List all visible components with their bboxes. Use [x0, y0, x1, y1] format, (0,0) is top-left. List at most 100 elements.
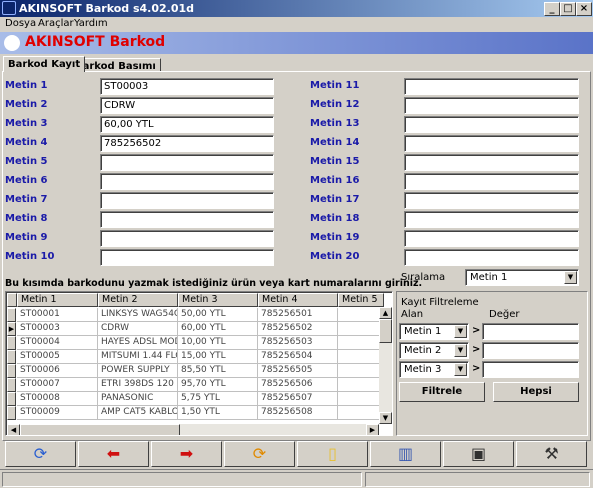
grid-header-1[interactable]: Metin 1 — [17, 293, 98, 307]
table-cell[interactable]: 5,75 YTL — [178, 392, 258, 406]
row-indicator[interactable] — [7, 378, 16, 392]
horizontal-scroll-thumb[interactable] — [20, 424, 180, 435]
metin-right-input-4[interactable] — [404, 135, 579, 152]
scroll-up-icon[interactable]: ▲ — [379, 307, 392, 319]
grid-header-2[interactable]: Metin 2 — [98, 293, 178, 307]
metin-input-2[interactable]: CDRW — [100, 97, 274, 114]
filter-field-select-2[interactable]: Metin 2 ▼ — [399, 342, 469, 359]
table-cell[interactable]: ST00004 — [17, 336, 98, 350]
chevron-down-icon[interactable]: ▼ — [454, 344, 467, 357]
metin-input-10[interactable] — [100, 249, 274, 266]
table-cell[interactable]: ST00007 — [17, 378, 98, 392]
grid-header-4[interactable]: Metin 4 — [258, 293, 338, 307]
table-cell[interactable]: ST00003 — [17, 322, 98, 336]
table-cell[interactable]: 785256502 — [258, 322, 338, 336]
table-cell[interactable]: ETRI 398DS 120 X — [98, 378, 178, 392]
menu-araclar[interactable]: Araçlar — [38, 17, 74, 31]
metin-right-input-3[interactable] — [404, 116, 579, 133]
table-cell[interactable]: LINKSYS WAG54G — [98, 308, 178, 322]
filter-value-input-2[interactable] — [482, 342, 579, 359]
toolbar-button-1[interactable]: ⟳ — [5, 441, 76, 467]
metin-right-input-7[interactable] — [404, 192, 579, 209]
table-cell[interactable]: MITSUMI 1.44 FLOP — [98, 350, 178, 364]
row-indicator[interactable] — [7, 364, 16, 378]
table-cell[interactable]: ST00009 — [17, 406, 98, 420]
filter-button[interactable]: Filtrele — [399, 382, 485, 402]
table-cell[interactable] — [338, 392, 384, 406]
toolbar-button-4[interactable]: ⟳ — [224, 441, 295, 467]
minimize-button[interactable]: _ — [544, 2, 560, 16]
metin-right-input-1[interactable] — [404, 78, 579, 95]
show-all-button[interactable]: Hepsi — [493, 382, 579, 402]
table-cell[interactable]: 85,50 YTL — [178, 364, 258, 378]
row-indicator[interactable] — [7, 336, 16, 350]
table-cell[interactable] — [338, 336, 384, 350]
toolbar-button-2[interactable]: ⬅ — [78, 441, 149, 467]
table-cell[interactable]: ST00008 — [17, 392, 98, 406]
metin-input-8[interactable] — [100, 211, 274, 228]
scroll-right-icon[interactable]: ▶ — [366, 424, 379, 435]
toolbar-button-7[interactable]: ▣ — [443, 441, 514, 467]
metin-input-6[interactable] — [100, 173, 274, 190]
scroll-down-icon[interactable]: ▼ — [379, 412, 392, 424]
filter-field-select-1[interactable]: Metin 1 ▼ — [399, 323, 469, 340]
table-cell[interactable]: 785256503 — [258, 336, 338, 350]
toolbar-button-8[interactable]: ⚒ — [516, 441, 587, 467]
row-indicator[interactable] — [7, 406, 16, 420]
metin-input-4[interactable]: 785256502 — [100, 135, 274, 152]
table-cell[interactable]: 785256501 — [258, 308, 338, 322]
metin-right-input-5[interactable] — [404, 154, 579, 171]
table-cell[interactable] — [338, 322, 384, 336]
filter-field-select-3[interactable]: Metin 3 ▼ — [399, 361, 469, 378]
grid-header-3[interactable]: Metin 3 — [178, 293, 258, 307]
table-cell[interactable]: 50,00 YTL — [178, 308, 258, 322]
table-cell[interactable] — [338, 364, 384, 378]
table-cell[interactable]: 785256504 — [258, 350, 338, 364]
metin-input-3[interactable]: 60,00 YTL — [100, 116, 274, 133]
chevron-down-icon[interactable]: ▼ — [564, 271, 577, 284]
toolbar-button-6[interactable]: ▥ — [370, 441, 441, 467]
menu-yardim[interactable]: Yardım — [74, 17, 108, 31]
table-cell[interactable]: PANASONIC — [98, 392, 178, 406]
table-cell[interactable]: 785256508 — [258, 406, 338, 420]
table-cell[interactable] — [338, 406, 384, 420]
table-cell[interactable]: POWER SUPPLY — [98, 364, 178, 378]
toolbar-button-3[interactable]: ➡ — [151, 441, 222, 467]
grid-header-5[interactable]: Metin 5 — [338, 293, 384, 307]
sort-select[interactable]: Metin 1 ▼ — [465, 269, 579, 286]
table-cell[interactable]: ST00006 — [17, 364, 98, 378]
row-indicator[interactable]: ▶ — [7, 322, 16, 336]
table-cell[interactable]: 10,00 YTL — [178, 336, 258, 350]
table-cell[interactable]: HAYES ADSL MODE — [98, 336, 178, 350]
tab-barkod-kayit[interactable]: Barkod Kayıt — [3, 56, 86, 72]
maximize-button[interactable]: □ — [560, 2, 576, 16]
table-cell[interactable]: 60,00 YTL — [178, 322, 258, 336]
metin-input-1[interactable]: ST00003 — [100, 78, 274, 95]
metin-input-5[interactable] — [100, 154, 274, 171]
chevron-down-icon[interactable]: ▼ — [454, 325, 467, 338]
table-cell[interactable]: 95,70 YTL — [178, 378, 258, 392]
table-cell[interactable] — [338, 350, 384, 364]
metin-right-input-8[interactable] — [404, 211, 579, 228]
table-cell[interactable] — [338, 378, 384, 392]
table-cell[interactable]: ST00005 — [17, 350, 98, 364]
metin-right-input-9[interactable] — [404, 230, 579, 247]
table-cell[interactable]: 15,00 YTL — [178, 350, 258, 364]
toolbar-button-5[interactable]: ▯ — [297, 441, 368, 467]
chevron-down-icon[interactable]: ▼ — [454, 363, 467, 376]
filter-value-input-3[interactable] — [482, 361, 579, 378]
metin-right-input-2[interactable] — [404, 97, 579, 114]
table-cell[interactable]: ST00001 — [17, 308, 98, 322]
table-cell[interactable]: 785256506 — [258, 378, 338, 392]
metin-right-input-6[interactable] — [404, 173, 579, 190]
close-button[interactable]: × — [576, 2, 592, 16]
table-cell[interactable]: CDRW — [98, 322, 178, 336]
records-grid[interactable]: Metin 1 Metin 2 Metin 3 Metin 4 Metin 5 ST000… — [5, 291, 393, 436]
metin-input-7[interactable] — [100, 192, 274, 209]
table-cell[interactable]: 785256507 — [258, 392, 338, 406]
menu-dosya[interactable]: Dosya — [5, 17, 36, 31]
table-cell[interactable]: 785256505 — [258, 364, 338, 378]
filter-value-input-1[interactable] — [482, 323, 579, 340]
metin-input-9[interactable] — [100, 230, 274, 247]
scroll-thumb[interactable] — [379, 319, 392, 343]
